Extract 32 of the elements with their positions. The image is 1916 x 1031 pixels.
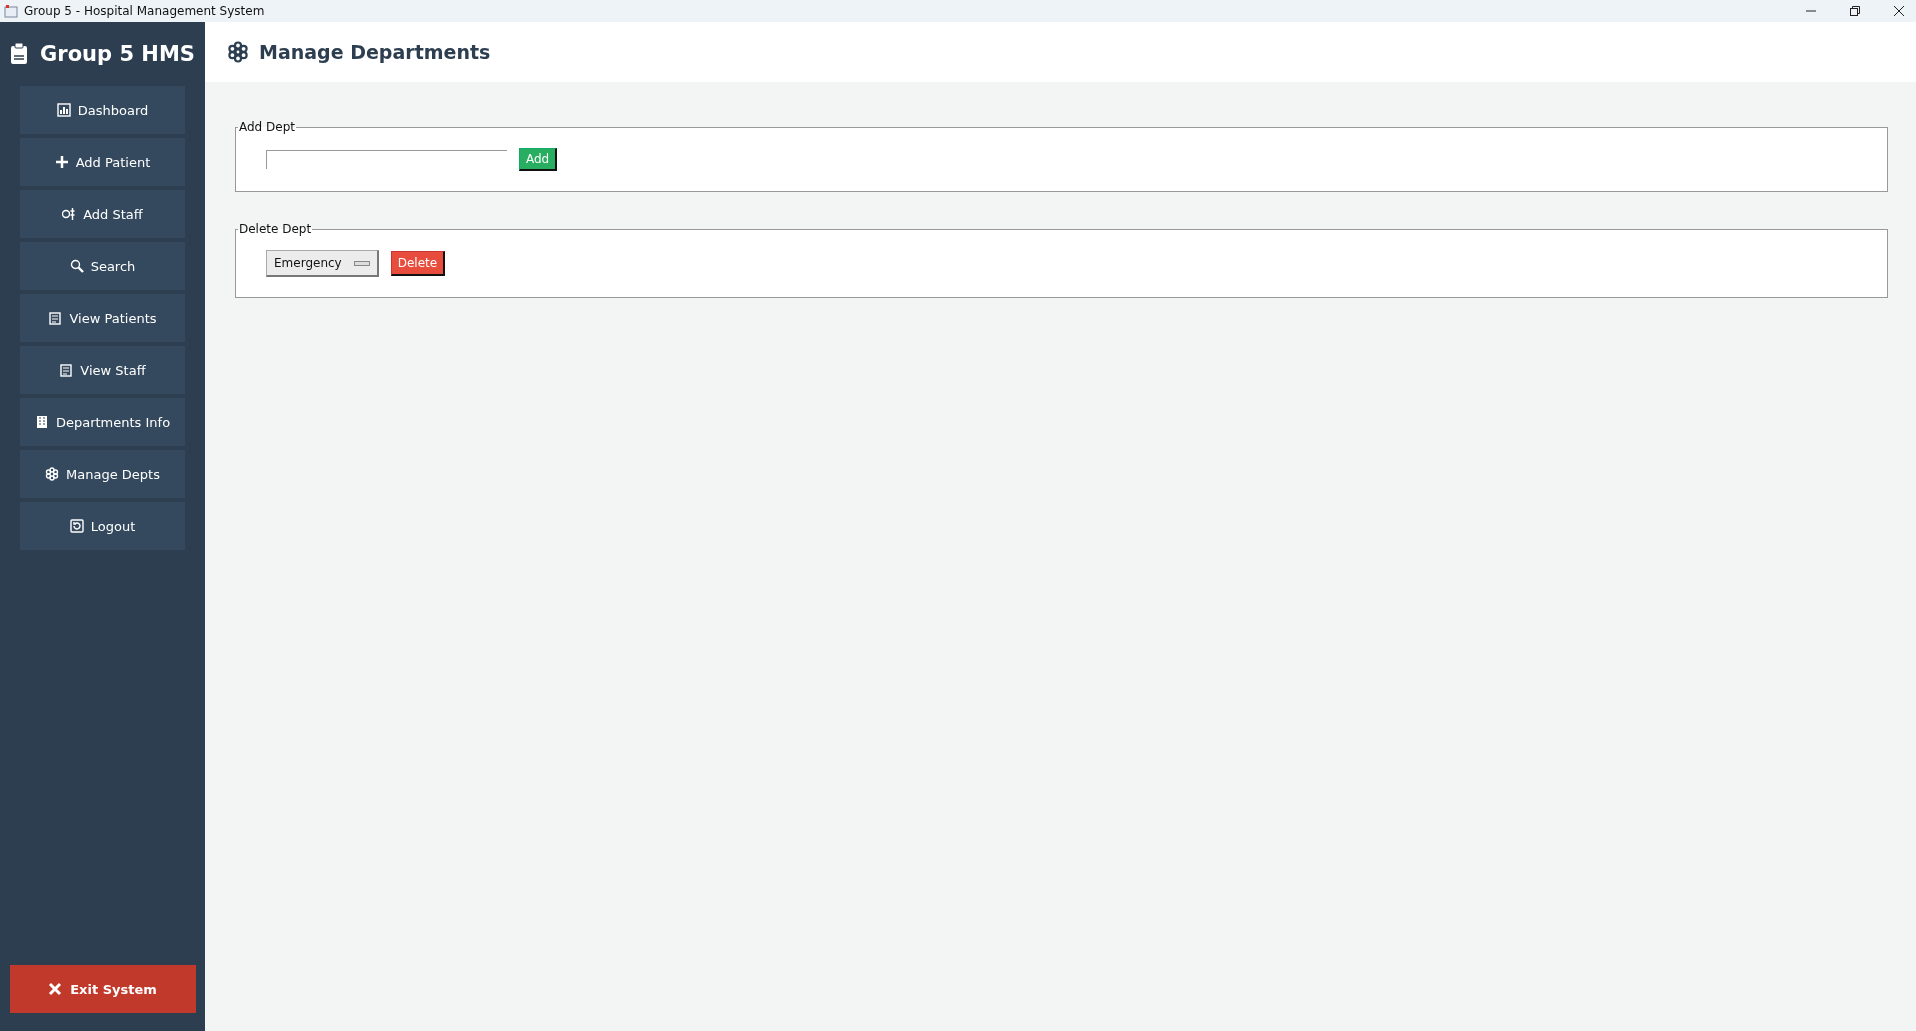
nav-button[interactable]: Dashboard [20, 86, 185, 134]
exit-button[interactable]: Exit System [9, 965, 196, 1013]
plus-icon [54, 155, 69, 169]
delete-button[interactable]: Delete [390, 251, 446, 276]
nav-button[interactable]: Manage Depts [20, 450, 185, 498]
panel-legend: Delete Dept [238, 222, 313, 236]
chart-icon [56, 103, 71, 117]
nav-button[interactable]: Departments Info [20, 398, 185, 446]
restore-icon[interactable] [1850, 6, 1860, 16]
nav-button[interactable]: Add Patient [20, 138, 185, 186]
building-icon [34, 415, 49, 429]
nav-button[interactable]: View Staff [20, 346, 185, 394]
clipboard-icon [10, 43, 29, 65]
window-title: Group 5 - Hospital Management System [24, 4, 265, 18]
gear-icon [45, 467, 60, 481]
app-logo: Group 5 HMS [40, 42, 195, 66]
nav-button[interactable]: View Patients [20, 294, 185, 342]
staff-icon [62, 207, 77, 221]
nav-button[interactable]: Search [20, 242, 185, 290]
gear-icon [227, 41, 249, 63]
clipboard-icon [59, 363, 74, 377]
page-title: Manage Departments [259, 41, 491, 63]
app-icon [4, 4, 18, 18]
close-icon [48, 982, 63, 996]
clipboard-icon [48, 311, 63, 325]
close-icon[interactable] [1894, 6, 1904, 16]
panel-legend: Add Dept [238, 120, 296, 134]
nav-button[interactable]: Add Staff [20, 190, 185, 238]
department-dropdown[interactable]: Emergency [266, 250, 379, 277]
logout-icon [69, 519, 84, 533]
search-icon [69, 259, 84, 273]
nav-button[interactable]: Logout [20, 502, 185, 550]
